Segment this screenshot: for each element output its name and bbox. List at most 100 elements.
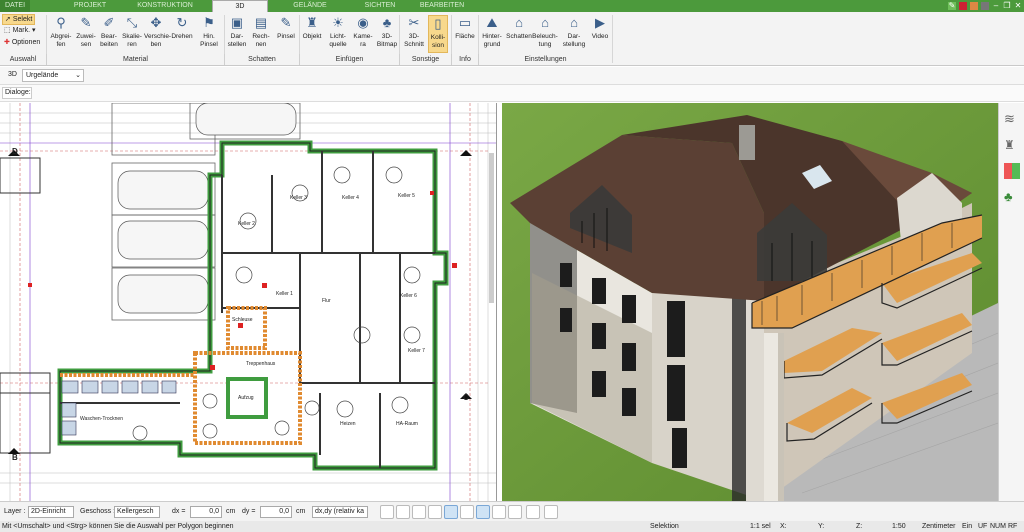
ribbon-button-17[interactable]: ⛰ Hinter- grund: [480, 15, 504, 49]
tree-icon: ♣: [382, 15, 392, 30]
ribbon-button-20[interactable]: ⌂ Dar- stellung: [560, 15, 588, 49]
material-icon[interactable]: [1004, 163, 1020, 179]
quick-access-icon[interactable]: [959, 2, 967, 10]
line-snap-icon[interactable]: [444, 505, 458, 519]
calc-cube-icon: ▤: [254, 15, 268, 30]
number-icon[interactable]: [526, 505, 540, 519]
ribbon-button-label: Rech- nen: [252, 33, 270, 48]
ribbon-button-label: Bear- beiten: [100, 33, 118, 48]
dy-unit: cm: [296, 508, 306, 515]
selekt-button[interactable]: ➚ Selekt: [2, 14, 35, 25]
close-icon[interactable]: ✕: [1014, 2, 1022, 10]
ribbon-button-11[interactable]: ☀ Licht- quelle: [326, 15, 350, 49]
3d-view[interactable]: [502, 103, 998, 501]
ribbon-button-16[interactable]: ▭ Fläche: [454, 15, 476, 41]
ribbon-button-0[interactable]: ⚲ Abgrei- fen: [50, 15, 72, 49]
dialoge-button[interactable]: Dialoge:: [2, 87, 32, 99]
status-hint: Mit <Umschalt> und <Strg> können Sie die…: [2, 523, 234, 530]
room-label: Heizen: [340, 421, 356, 427]
optionen-button[interactable]: ✚ Optionen: [2, 39, 46, 47]
ortho-icon[interactable]: [428, 505, 442, 519]
ribbon-button-18[interactable]: ⌂ Schatten: [506, 15, 532, 41]
clock-icon[interactable]: [380, 505, 394, 519]
dx-input[interactable]: 0,0: [190, 506, 222, 518]
target-icon[interactable]: [544, 505, 558, 519]
axis-label: D: [12, 147, 18, 156]
monitor-icon[interactable]: [396, 505, 410, 519]
status-unit: Zentimeter: [922, 523, 956, 530]
ribbon-button-1[interactable]: ✎ Zuwei- sen: [75, 15, 97, 49]
pinsel-icon: ✎: [280, 15, 292, 30]
tab-datei[interactable]: DATEI: [0, 0, 30, 12]
room-label: Keller 4: [342, 195, 359, 201]
status-rf: RF: [1008, 523, 1018, 530]
group-auswahl: Auswahl: [9, 56, 37, 63]
ribbon-button-6[interactable]: ⚑ Hin. Pinsel: [198, 15, 220, 49]
ribbon-button-label: Video: [591, 33, 609, 40]
ribbon-button-label: Drehen: [171, 33, 193, 40]
ribbon-button-21[interactable]: ▶ Video: [590, 15, 610, 41]
scale-icon: ⤡: [126, 15, 138, 30]
floor-plan-view[interactable]: Keller 2 Keller 3 Keller 4 Keller 5 Kell…: [0, 103, 497, 501]
tree-icon[interactable]: ♣: [1004, 189, 1020, 205]
chevron-down-icon: ⌄: [75, 72, 81, 79]
ribbon-button-label: Kame- ra: [353, 33, 373, 48]
area-icon: ▭: [458, 15, 472, 30]
group-sonstige: Sonstige: [399, 54, 451, 65]
ribbon-button-19[interactable]: ⌂ Beleuch- tung: [532, 15, 558, 49]
ribbon-button-14[interactable]: ✂ 3D- Schnitt: [402, 15, 426, 49]
grid-icon[interactable]: [508, 505, 522, 519]
room-label: Keller 6: [400, 293, 417, 299]
tab-gelaende[interactable]: GELÄNDE: [280, 0, 340, 12]
ribbon-button-10[interactable]: ♜ Objekt: [300, 15, 324, 41]
chair-icon[interactable]: ♜: [1004, 137, 1020, 153]
mark-button[interactable]: ⬚ Mark. ▾: [2, 27, 40, 35]
snap-icon[interactable]: [412, 505, 426, 519]
camera-icon: ◉: [357, 15, 369, 30]
cursor-icon: ➚: [5, 16, 11, 23]
ribbon-button-label: Dar- stellen: [227, 33, 247, 48]
ribbon-button-label: Licht- quelle: [329, 33, 347, 48]
layer-select[interactable]: 2D-Einricht: [28, 506, 74, 518]
view-mode-label: 3D: [8, 71, 17, 78]
ribbon-button-2[interactable]: ✐ Bear- beiten: [98, 15, 120, 49]
tab-bearbeiten[interactable]: BEARBEITEN: [412, 0, 472, 12]
room-label: Flur: [322, 298, 331, 304]
ribbon-button-15[interactable]: ▯ Kolli- sion: [428, 15, 448, 53]
ribbon-button-3[interactable]: ⤡ Skalie- ren: [121, 15, 143, 49]
plane-icon[interactable]: [476, 505, 490, 519]
layers-icon[interactable]: ≋: [1004, 111, 1020, 127]
move-icon: ✥: [150, 15, 162, 30]
tab-konstruktion[interactable]: KONSTRUKTION: [130, 0, 200, 12]
ribbon: ➚ Selekt ⬚ Mark. ▾ ✚ Optionen ⚲ Abgrei- f…: [0, 12, 1024, 66]
ribbon-button-4[interactable]: ✥ Verschie- ben: [144, 15, 171, 49]
ribbon-button-7[interactable]: ▣ Dar- stellen: [226, 15, 248, 49]
ribbon-button-label: Schatten: [506, 33, 532, 40]
side-toolbar: ≋ ♜ ♣: [998, 103, 1024, 501]
coordinate-mode-select[interactable]: dx,dy (relativ ka: [312, 506, 368, 518]
display-icon: ⌂: [570, 15, 578, 30]
restore-icon[interactable]: ❐: [1003, 2, 1011, 10]
angle-icon[interactable]: [460, 505, 474, 519]
ribbon-button-8[interactable]: ▤ Rech- nen: [250, 15, 272, 49]
tab-projekt[interactable]: PROJEKT: [60, 0, 120, 12]
pen-icon[interactable]: ✎: [948, 2, 956, 10]
brush-icon: ✎: [80, 15, 92, 30]
axis-label: C: [463, 393, 469, 402]
minimize-icon[interactable]: –: [992, 2, 1000, 10]
wave-icon[interactable]: [492, 505, 506, 519]
geschoss-select[interactable]: Kellergesch: [114, 506, 160, 518]
ribbon-button-5[interactable]: ↻ Drehen: [170, 15, 194, 41]
layout-icon[interactable]: [970, 2, 978, 10]
ribbon-button-12[interactable]: ◉ Kame- ra: [352, 15, 374, 49]
ribbon-button-label: Zuwei- sen: [76, 33, 96, 48]
dy-input[interactable]: 0,0: [260, 506, 292, 518]
tab-sichten[interactable]: SICHTEN: [350, 0, 410, 12]
chair-icon: ♜: [306, 15, 318, 30]
settings-icon[interactable]: [981, 2, 989, 10]
terrain-select[interactable]: Urgelände ⌄: [22, 69, 84, 82]
group-info: Info: [451, 54, 478, 65]
status-mode: Selektion: [650, 523, 679, 530]
ribbon-button-13[interactable]: ♣ 3D- Bitmap: [376, 15, 398, 49]
ribbon-button-9[interactable]: ✎ Pinsel: [274, 15, 298, 41]
